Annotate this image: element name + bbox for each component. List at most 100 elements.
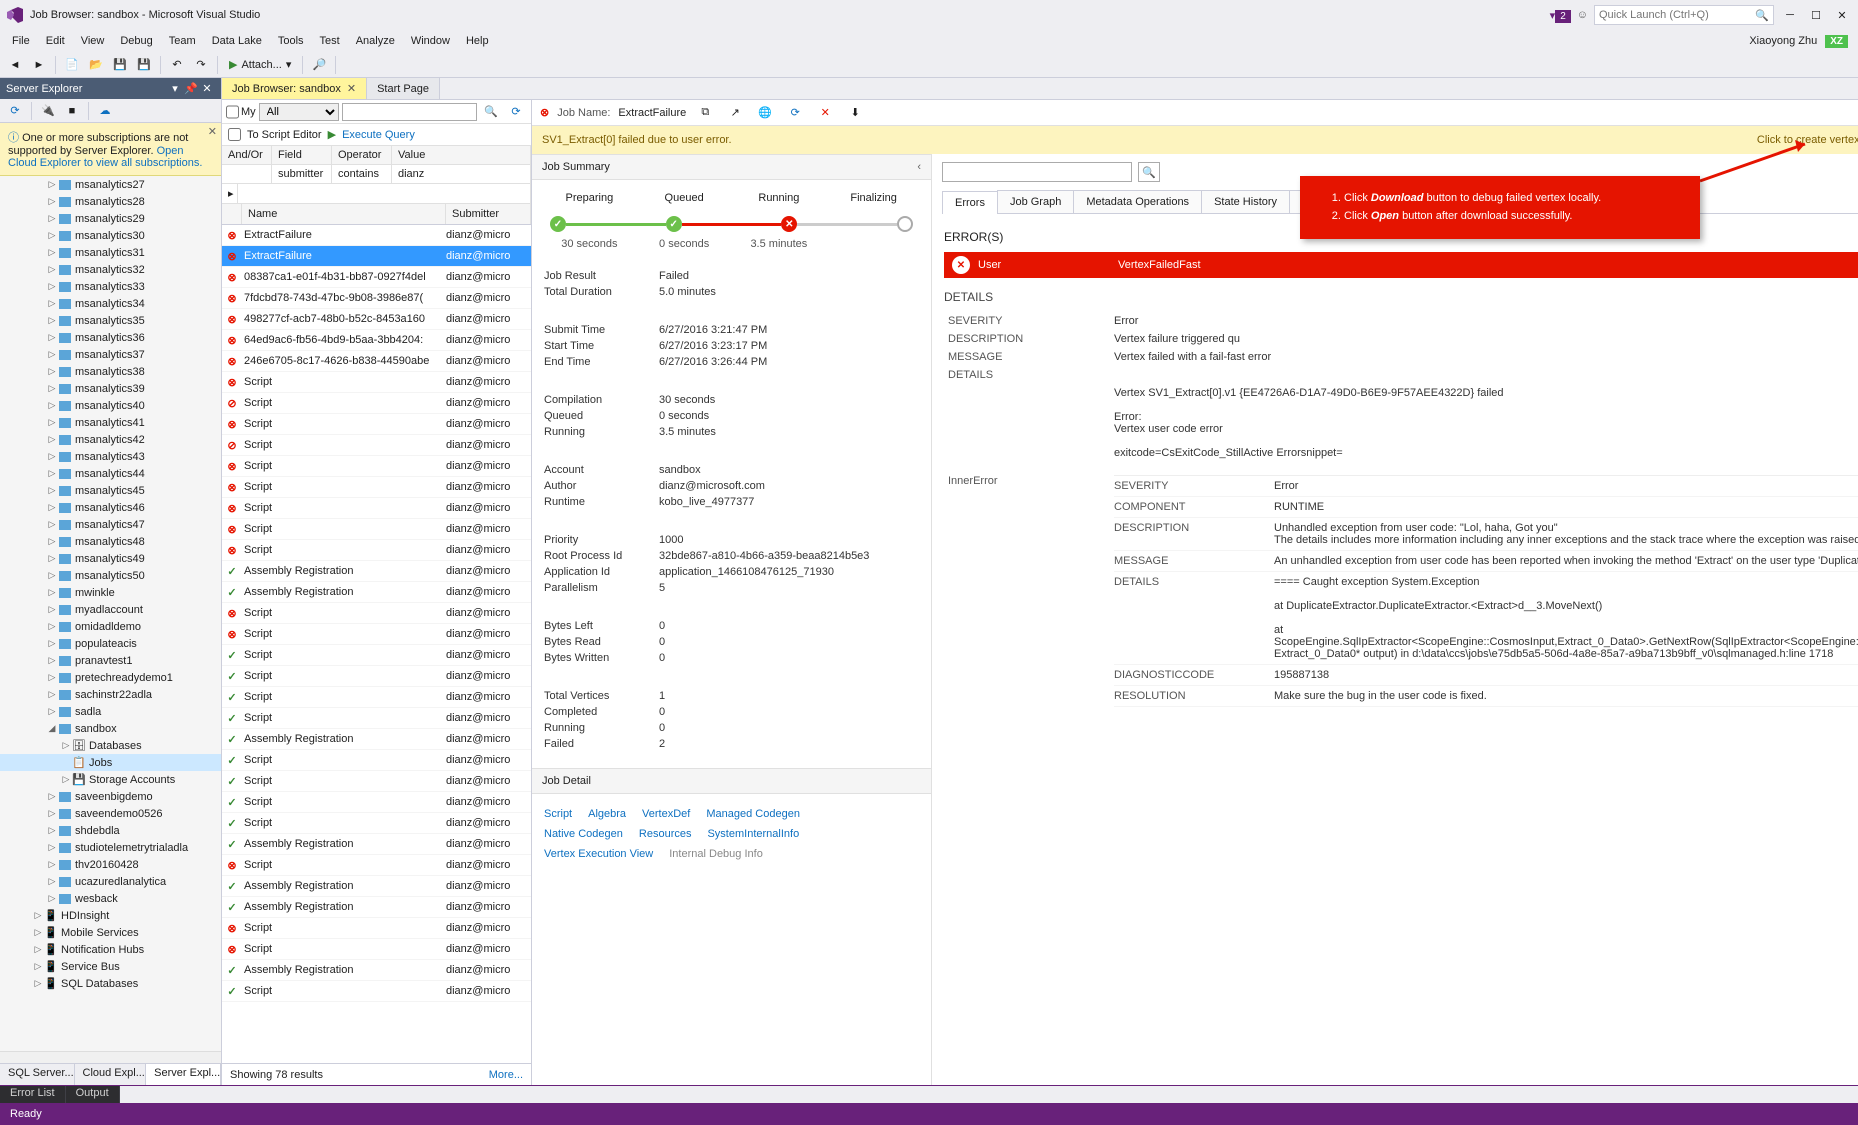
job-row[interactable]: ✓Scriptdianz@micro: [222, 981, 531, 1002]
job-row[interactable]: ⊘Scriptdianz@micro: [222, 435, 531, 456]
tree-node[interactable]: ▷📱HDInsight: [0, 907, 221, 924]
left-tab[interactable]: Cloud Expl...: [75, 1064, 147, 1085]
tree-node[interactable]: ▷sadla: [0, 703, 221, 720]
tree-node[interactable]: ▷💾Storage Accounts: [0, 771, 221, 788]
tree-node[interactable]: ▷msanalytics35: [0, 312, 221, 329]
job-row[interactable]: ⊗08387ca1-e01f-4b31-bb87-0927f4deldianz@…: [222, 267, 531, 288]
maximize-button[interactable]: ☐: [1806, 5, 1826, 25]
user-badge[interactable]: XZ: [1825, 35, 1848, 48]
job-link[interactable]: Managed Codegen: [706, 804, 800, 824]
refresh-icon[interactable]: ⟳: [784, 103, 806, 123]
tree-node[interactable]: ▷msanalytics47: [0, 516, 221, 533]
more-link[interactable]: More...: [489, 1069, 523, 1081]
job-link[interactable]: VertexDef: [642, 804, 690, 824]
menu-debug[interactable]: Debug: [112, 33, 160, 49]
undo-button[interactable]: ↶: [166, 54, 188, 76]
job-link[interactable]: SystemInternalInfo: [707, 824, 799, 844]
bottom-tab[interactable]: Error List: [0, 1086, 66, 1103]
job-row[interactable]: ⊗ExtractFailuredianz@micro: [222, 225, 531, 246]
tree-node[interactable]: ▷msanalytics36: [0, 329, 221, 346]
open-external-icon[interactable]: ↗: [724, 103, 746, 123]
job-row[interactable]: ✓Scriptdianz@micro: [222, 708, 531, 729]
notification-flag-icon[interactable]: ▾2: [1550, 9, 1571, 22]
menu-view[interactable]: View: [73, 33, 113, 49]
job-row[interactable]: ✓Assembly Registrationdianz@micro: [222, 876, 531, 897]
filter-dropdown[interactable]: All: [259, 103, 339, 121]
menu-file[interactable]: File: [4, 33, 38, 49]
quick-launch-input[interactable]: 🔍: [1594, 5, 1774, 25]
menu-data-lake[interactable]: Data Lake: [204, 33, 270, 49]
job-row[interactable]: ✓Scriptdianz@micro: [222, 750, 531, 771]
job-row[interactable]: ⊗64ed9ac6-fb56-4bd9-b5aa-3bb4204:dianz@m…: [222, 330, 531, 351]
tree-node[interactable]: ▷ucazuredlanalytica: [0, 873, 221, 890]
job-link[interactable]: Resources: [639, 824, 692, 844]
left-tab[interactable]: Server Expl...: [146, 1064, 221, 1085]
refresh-button[interactable]: ⟳: [505, 101, 527, 123]
job-link[interactable]: Vertex Execution View: [544, 844, 653, 864]
save-button[interactable]: 💾: [109, 54, 131, 76]
menu-window[interactable]: Window: [403, 33, 458, 49]
browser-icon[interactable]: 🌐: [754, 103, 776, 123]
tree-node[interactable]: ◢sandbox: [0, 720, 221, 737]
tree-node[interactable]: ▷pretechreadydemo1: [0, 669, 221, 686]
menu-team[interactable]: Team: [161, 33, 204, 49]
tree-node[interactable]: ▷msanalytics31: [0, 244, 221, 261]
job-row[interactable]: ⊗Scriptdianz@micro: [222, 540, 531, 561]
job-row[interactable]: ⊗Scriptdianz@micro: [222, 477, 531, 498]
refresh-icon[interactable]: ⟳: [4, 100, 26, 122]
banner-close-icon[interactable]: ✕: [208, 125, 217, 138]
tree-node[interactable]: ▷msanalytics32: [0, 261, 221, 278]
job-row[interactable]: ⊗ExtractFailuredianz@micro: [222, 246, 531, 267]
tab-close-icon[interactable]: ✕: [347, 82, 356, 95]
redo-button[interactable]: ↷: [190, 54, 212, 76]
job-link[interactable]: Algebra: [588, 804, 626, 824]
job-row[interactable]: ⊗Scriptdianz@micro: [222, 519, 531, 540]
tree-node[interactable]: ▷msanalytics34: [0, 295, 221, 312]
tree-node[interactable]: ▷msanalytics28: [0, 193, 221, 210]
connect-icon[interactable]: 🔌: [37, 100, 59, 122]
error-search-button[interactable]: 🔍: [1138, 162, 1160, 182]
job-row[interactable]: ⊗246e6705-8c17-4626-b838-44590abedianz@m…: [222, 351, 531, 372]
new-project-button[interactable]: 📄: [61, 54, 83, 76]
cancel-icon[interactable]: ✕: [814, 103, 836, 123]
error-tab[interactable]: Errors: [942, 191, 998, 214]
job-row[interactable]: ✓Scriptdianz@micro: [222, 666, 531, 687]
job-row[interactable]: ⊗Scriptdianz@micro: [222, 456, 531, 477]
filter-row[interactable]: submitter contains dianz: [222, 165, 531, 184]
tree-node[interactable]: ▷📱Mobile Services: [0, 924, 221, 941]
window-position-icon[interactable]: ▾: [167, 82, 183, 95]
job-link[interactable]: Native Codegen: [544, 824, 623, 844]
tree-node[interactable]: ▷msanalytics30: [0, 227, 221, 244]
server-explorer-tree[interactable]: ▷msanalytics27▷msanalytics28▷msanalytics…: [0, 176, 221, 1051]
menu-help[interactable]: Help: [458, 33, 497, 49]
execute-query-link[interactable]: Execute Query: [342, 129, 415, 141]
tree-node[interactable]: ▷mwinkle: [0, 584, 221, 601]
tree-node[interactable]: ▷📱Service Bus: [0, 958, 221, 975]
job-row[interactable]: ✓Scriptdianz@micro: [222, 687, 531, 708]
tree-node[interactable]: ▷msanalytics41: [0, 414, 221, 431]
job-row[interactable]: ✓Assembly Registrationdianz@micro: [222, 897, 531, 918]
menu-analyze[interactable]: Analyze: [348, 33, 403, 49]
job-row[interactable]: ⊗Scriptdianz@micro: [222, 603, 531, 624]
minimize-button[interactable]: ─: [1780, 5, 1800, 25]
bottom-tab[interactable]: Output: [66, 1086, 120, 1103]
job-list-header[interactable]: Name Submitter: [222, 204, 531, 225]
azure-icon[interactable]: ☁: [94, 100, 116, 122]
job-row[interactable]: ⊗Scriptdianz@micro: [222, 624, 531, 645]
menu-edit[interactable]: Edit: [38, 33, 73, 49]
job-row[interactable]: ✓Assembly Registrationdianz@micro: [222, 561, 531, 582]
horizontal-scrollbar[interactable]: [0, 1051, 221, 1063]
error-item[interactable]: ✕ User VertexFailedFast: [944, 252, 1858, 278]
job-row[interactable]: ⊗498277cf-acb7-48b0-b52c-8453a160dianz@m…: [222, 309, 531, 330]
tree-node[interactable]: ▷msanalytics48: [0, 533, 221, 550]
download-icon[interactable]: ⬇: [844, 103, 866, 123]
tree-node[interactable]: ▷📱Notification Hubs: [0, 941, 221, 958]
feedback-icon[interactable]: ☺: [1577, 9, 1588, 21]
job-row[interactable]: ⊗Scriptdianz@micro: [222, 855, 531, 876]
find-button[interactable]: 🔎: [308, 54, 330, 76]
menu-test[interactable]: Test: [312, 33, 348, 49]
error-tab[interactable]: Job Graph: [997, 190, 1074, 213]
nav-fwd-button[interactable]: ►: [28, 54, 50, 76]
close-button[interactable]: ✕: [1832, 5, 1852, 25]
my-jobs-checkbox[interactable]: My: [226, 103, 256, 121]
